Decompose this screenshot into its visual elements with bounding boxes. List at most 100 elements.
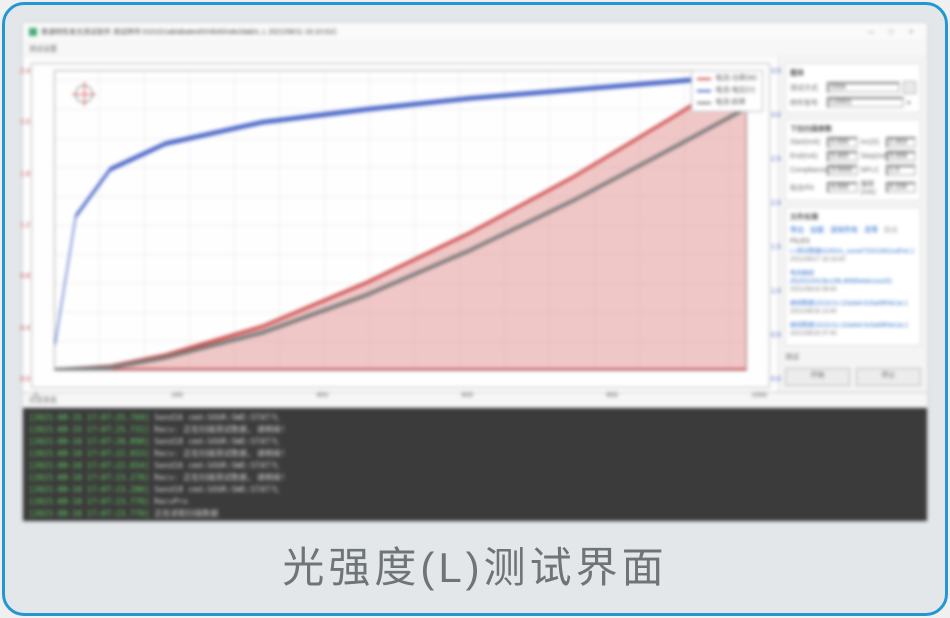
app-window: 普通特性发光测试软件 测试样件:0101G1ab/abatest0X4b40/x… (23, 23, 927, 521)
file-name: 电流曲线(R)20210413kc19fL49585ebdccea191 (790, 270, 916, 286)
ytick-r: 3.0 (771, 112, 789, 119)
legend-label: 电流-斜率 (715, 98, 745, 108)
ytick-l: 0.4 (12, 325, 30, 332)
log-line: [2021-08-10 17:07:22.654] Send16 cmd:SOU… (29, 460, 921, 472)
file-item[interactable]: L-I测试数据G1001A_curve/T20210811xdFe2.12021… (790, 248, 916, 264)
y-axis-right: 3.5 3.0 2.5 2.0 1.5 1.0 0.5 0.0 (771, 64, 789, 387)
maximize-button[interactable]: □ (881, 29, 901, 36)
ytick-l: 1.6 (12, 171, 30, 178)
plot-area[interactable] (54, 70, 747, 371)
ytick-r: 0.5 (771, 332, 789, 339)
legend-swatch-icon (697, 90, 711, 92)
file-item[interactable]: 电流曲线(R)20210413kc19fL49585ebdccea1912021… (790, 270, 916, 294)
input-end[interactable]: 0.400 (827, 151, 858, 162)
label-sample-type: 样件型号 (790, 98, 824, 108)
log-line: [2021-08-15 17:07:25.769] Send16 cmd:SOU… (29, 412, 921, 424)
app-icon (29, 28, 37, 36)
input-nplc[interactable]: 1.0 (886, 165, 917, 176)
legend-swatch-icon (697, 102, 711, 104)
link-export[interactable]: 导出 (790, 225, 804, 235)
section-title: 文件处理 (790, 212, 916, 222)
x-axis: 0 200 400 600 800 1000 (32, 392, 769, 399)
chart-box[interactable]: 2.4 2.0 1.6 1.2 0.8 0.4 0.0 3.5 3.0 2.5 … (31, 63, 770, 388)
subtoolbar-label: 测试设置 (29, 44, 57, 54)
y-axis-left: 2.4 2.0 1.6 1.2 0.8 0.4 0.0 (12, 64, 30, 387)
footer-label: 测试 (785, 352, 921, 362)
input-step[interactable]: 5.009 (886, 151, 917, 162)
input-incs[interactable]: 1.003 (886, 137, 917, 148)
ytick-r: 1.5 (771, 244, 789, 251)
section-sweep-params: 下拉扫描参数 Start(mA) 0.000 Inc(S) 1.003 End(… (785, 119, 921, 201)
file-date: 2021/08/16 13:40 (790, 308, 916, 316)
ytick-l: 0.0 (12, 376, 30, 383)
ytick-r: 2.0 (771, 200, 789, 207)
minimize-button[interactable]: — (861, 29, 881, 36)
ytick-r: 2.5 (771, 156, 789, 163)
log-line: [2021-08-10 17:07:22.653] Recv: 正在扫描测试数据… (29, 448, 921, 460)
label-offset: 偏移(mA) (861, 179, 883, 196)
file-date: 2021/08/16 07:40 (790, 330, 916, 338)
input-offset[interactable]: 0.100 (886, 182, 917, 193)
side-panel: 载体 测试方式 OSA .. 样件型号 LD001 ▾ 下拉扫描参数 (778, 57, 927, 392)
ytick-r: 1.0 (771, 288, 789, 295)
xtick: 0 (34, 392, 38, 399)
plot-svg (55, 71, 746, 370)
log-line: [2021-08-10 17:07:23.278] Recv: 正在扫描测试数据… (29, 472, 921, 484)
link-fit[interactable]: 拟合 (884, 225, 898, 235)
log-line: [2021-08-15 17:07:25.731] Recv: 正在扫描测试数据… (29, 424, 921, 436)
section-title: 下拉扫描参数 (790, 124, 916, 134)
label-step: Step(mA) (861, 153, 883, 160)
window-title: 普通特性发光测试软件 测试样件:0101G1ab/abatest0X4b40/x… (41, 27, 337, 37)
ytick-l: 0.8 (12, 273, 30, 280)
label-end: End(mA) (790, 153, 824, 160)
legend-item[interactable]: 电流-斜率 (697, 98, 757, 108)
xtick: 600 (461, 392, 473, 399)
file-item[interactable]: 曲线数据13131/1x-11fa4eb-5c5ab9R4e1ar.22021/… (790, 322, 916, 338)
caption: 光强度(L)测试界面 (5, 521, 945, 607)
log-body[interactable]: [2021-08-15 17:07:25.769] Send16 cmd:SOU… (23, 408, 927, 521)
start-button[interactable]: 开始 (785, 368, 850, 386)
ytick-l: 2.4 (12, 68, 30, 75)
input-test-mode[interactable]: OSA (827, 82, 900, 93)
chart-pane: 2.4 2.0 1.6 1.2 0.8 0.4 0.0 3.5 3.0 2.5 … (23, 57, 778, 392)
xtick: 1000 (751, 392, 767, 399)
legend-item[interactable]: 电流-电压(V) (697, 86, 757, 96)
input-comp[interactable]: 3.5000 (827, 165, 858, 176)
outer-card: 普通特性发光测试软件 测试样件:0101G1ab/abatest0X4b40/x… (2, 2, 948, 616)
legend-label: 电流-功率(W) (715, 74, 757, 84)
label-nplc: NPLC (861, 167, 883, 174)
ytick-r: 3.5 (771, 68, 789, 75)
browse-button[interactable]: .. (903, 81, 916, 94)
file-name: 曲线数据13131/1x-11fa4eb-5c5ab9R4e1ar.1 (790, 300, 916, 308)
log-pane: 日志信息 [2021-08-15 17:07:25.769] Send16 cm… (23, 392, 927, 521)
link-clear[interactable]: 清零 (864, 225, 878, 235)
log-line: [2021-08-10 17:07:23.280] Send18 cmd:SOU… (29, 484, 921, 496)
input-sample-type[interactable]: LD001 (827, 97, 904, 108)
stop-button[interactable]: 停止 (856, 368, 921, 386)
xtick: 400 (316, 392, 328, 399)
label-fit: 拟合/Fit (790, 183, 824, 193)
input-fit[interactable]: 4.000 (827, 182, 858, 193)
legend-item[interactable]: 电流-功率(W) (697, 74, 757, 84)
label-test-mode: 测试方式 (790, 83, 824, 93)
dropdown-icon[interactable]: ▾ (907, 99, 916, 107)
file-item[interactable]: 曲线数据13131/1x-11fa4eb-5c5ab9R4e1ar.12021/… (790, 300, 916, 316)
link-load[interactable]: 加载 (810, 225, 824, 235)
file-date: 2021/08/16 09:40 (790, 286, 916, 294)
close-button[interactable]: × (901, 29, 921, 36)
file-date: 2021/08/17 16:19:40 (790, 256, 916, 264)
label-comp: Compliance(V) (790, 167, 824, 174)
file-name: L-I测试数据G1001A_curve/T20210811xdFe2.1 (790, 248, 916, 256)
xtick: 800 (606, 392, 618, 399)
file-name: 曲线数据13131/1x-11fa4eb-5c5ab9R4e1ar.2 (790, 322, 916, 330)
legend: 电流-功率(W) 电流-电压(V) 电流-斜率 (691, 70, 763, 112)
legend-label: 电流-电压(V) (715, 86, 755, 96)
section-files: 文件处理 导出 加载 清除所有 清零 拟合 FILES L-I测试数据G1001… (785, 207, 921, 346)
label-start: Start(mA) (790, 139, 824, 146)
legend-swatch-icon (697, 78, 711, 80)
link-clearall[interactable]: 清除所有 (830, 225, 858, 235)
ytick-l: 2.0 (12, 119, 30, 126)
input-start[interactable]: 0.000 (827, 137, 858, 148)
ytick-l: 1.2 (12, 222, 30, 229)
action-buttons: 开始 停止 (785, 368, 921, 386)
